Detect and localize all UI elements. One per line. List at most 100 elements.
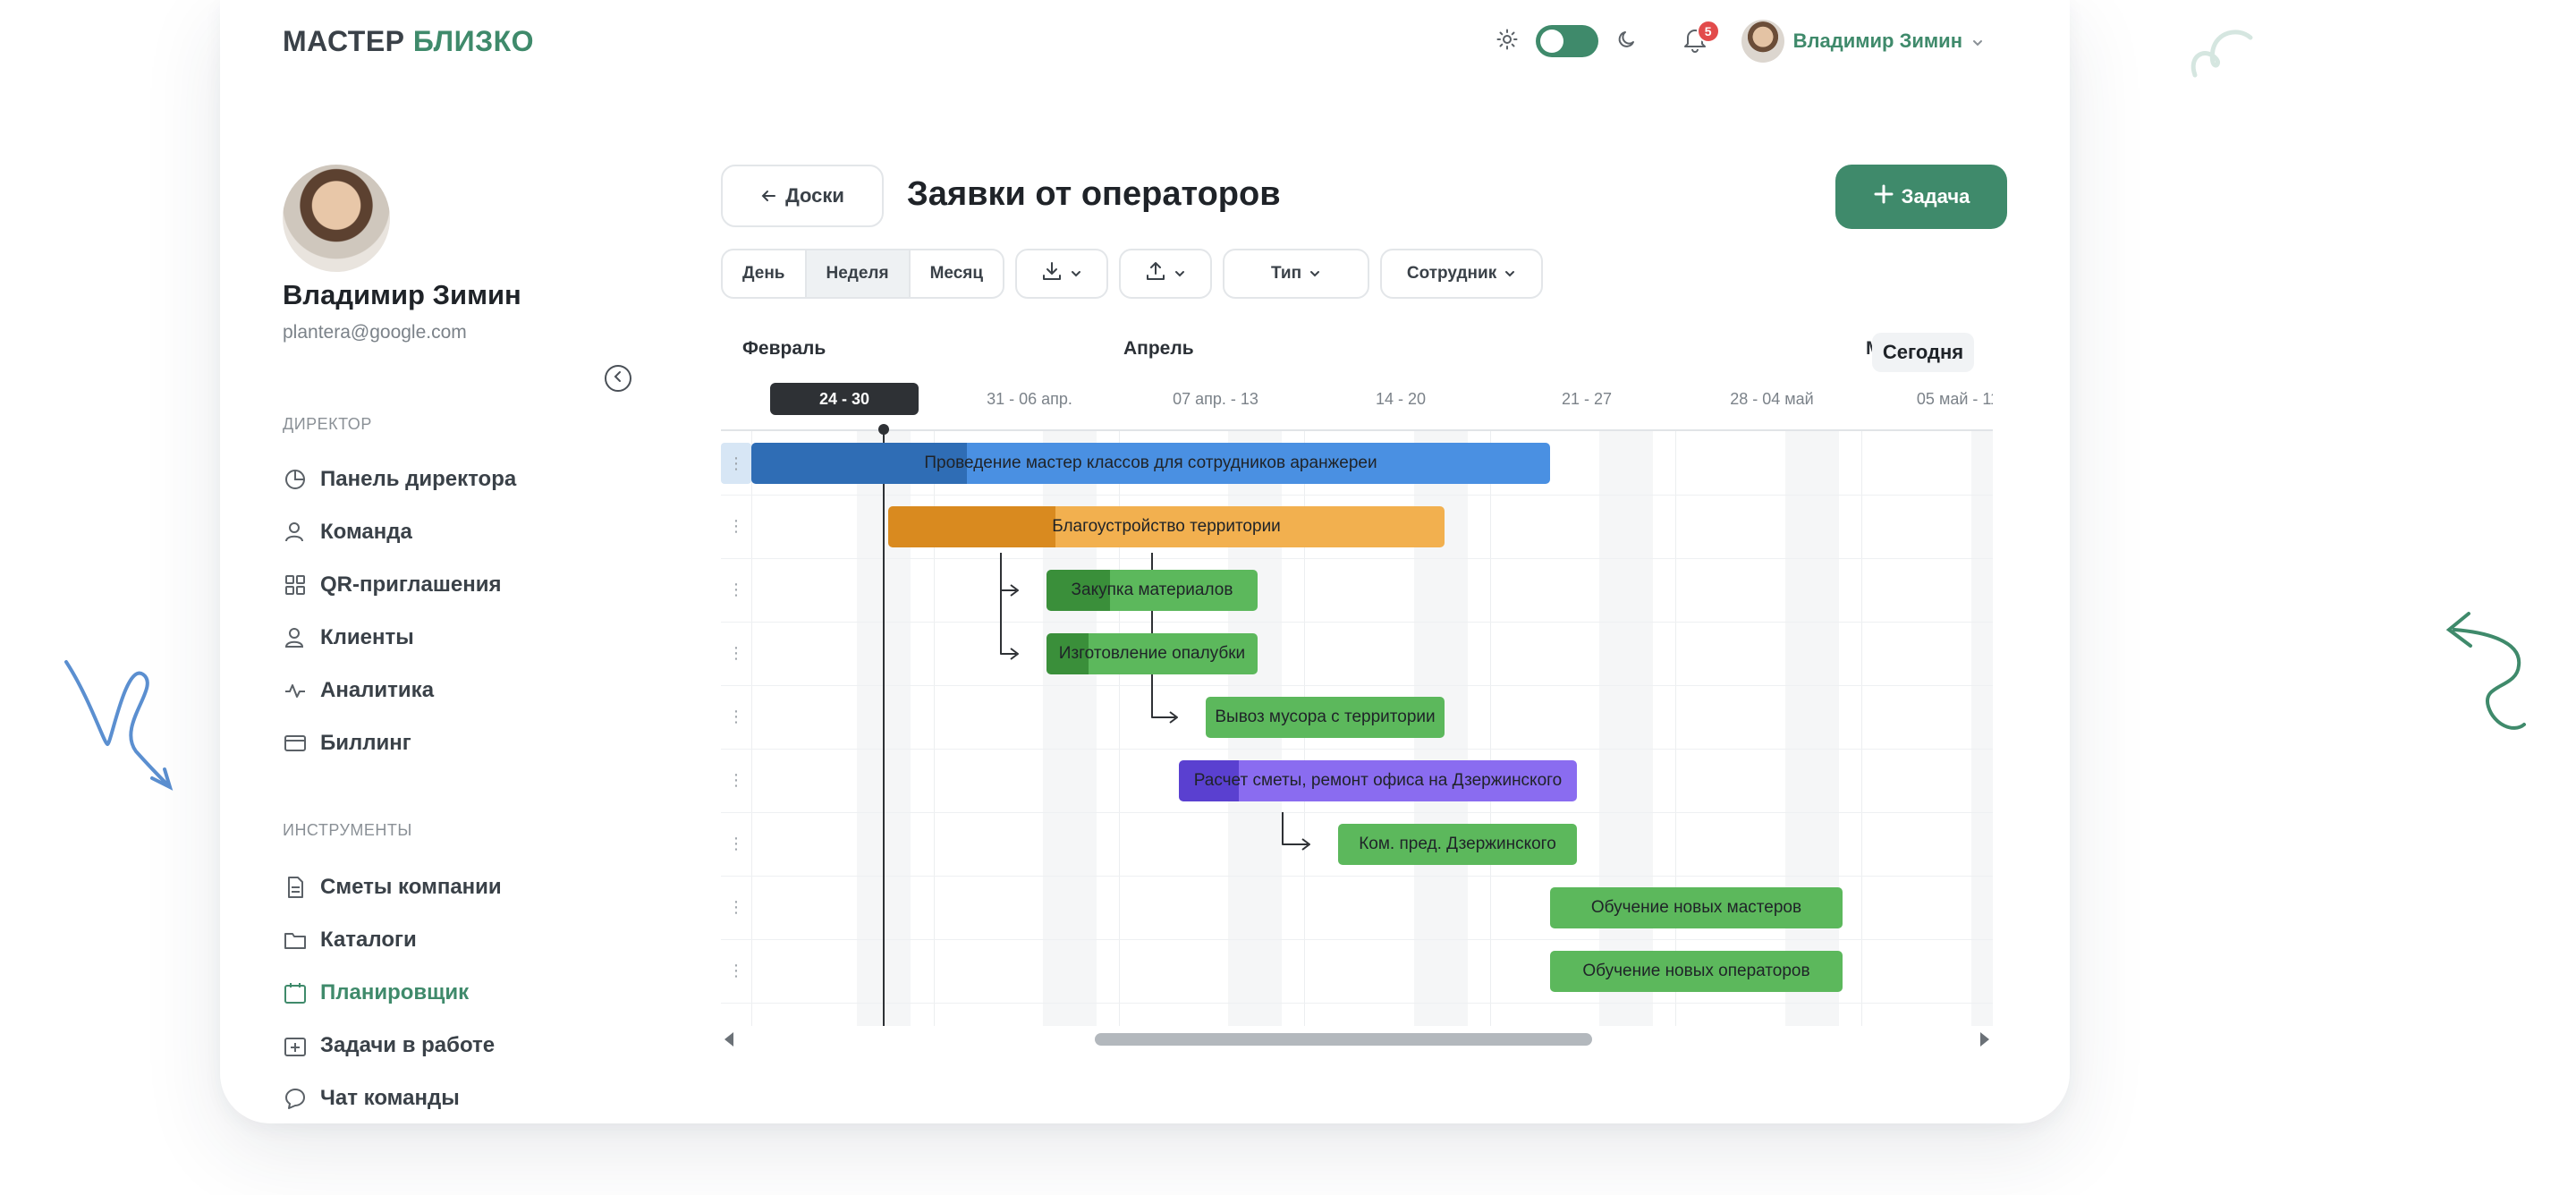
employee-filter-dropdown[interactable]: Сотрудник xyxy=(1380,249,1544,299)
theme-toggle[interactable] xyxy=(1535,25,1598,57)
today-marker-line xyxy=(883,428,885,1026)
sidebar-item-director-panel[interactable]: Панель директора xyxy=(283,453,516,505)
row-divider xyxy=(721,749,1993,750)
sidebar-item-label: QR-приглашения xyxy=(320,572,502,597)
sidebar-item-qr[interactable]: QR-приглашения xyxy=(283,558,516,611)
sidebar-item-label: Клиенты xyxy=(320,624,414,649)
row-divider xyxy=(721,558,1993,559)
scroll-left-icon[interactable] xyxy=(724,1032,733,1047)
row-divider xyxy=(721,685,1993,686)
week-label: 07 апр. - 13 xyxy=(1173,389,1258,408)
weekend-stripe xyxy=(1971,431,1993,1026)
row-drag-handle[interactable]: ⋮ xyxy=(728,707,744,726)
gantt-task-bar[interactable]: Обучение новых мастеров xyxy=(1550,887,1843,928)
type-filter-dropdown[interactable]: Тип xyxy=(1223,249,1370,299)
month-label-apr: Апрель xyxy=(1123,338,1194,359)
download-button[interactable] xyxy=(1015,249,1109,299)
view-month-button[interactable]: Месяц xyxy=(908,250,1003,297)
task-progress xyxy=(888,506,1055,547)
calendar-plus-icon xyxy=(283,1033,308,1058)
gantt-task-bar[interactable]: Закупка материалов xyxy=(1046,570,1258,611)
task-label: Изготовление опалубки xyxy=(1058,644,1246,663)
user-menu[interactable]: Владимир Зимин xyxy=(1741,20,1984,63)
back-to-boards-button[interactable]: Доски xyxy=(721,165,884,227)
sidebar-item-team-chat[interactable]: Чат команды xyxy=(283,1072,502,1124)
row-drag-handle[interactable]: ⋮ xyxy=(728,834,744,853)
week-label: 31 - 06 апр. xyxy=(987,389,1072,408)
loop-doodle-icon xyxy=(2190,30,2253,78)
sidebar-item-billing[interactable]: Биллинг xyxy=(283,716,516,769)
upload-icon xyxy=(1145,260,1166,287)
brand-part1: МАСТЕР xyxy=(283,25,405,57)
add-task-button[interactable]: Задача xyxy=(1835,165,2007,229)
employee-filter-label: Сотрудник xyxy=(1406,264,1497,283)
gantt-task-bar[interactable]: Проведение мастер классов для сотруднико… xyxy=(751,443,1550,484)
row-drag-handle[interactable]: ⋮ xyxy=(728,770,744,790)
scroll-right-icon[interactable] xyxy=(1980,1032,1989,1047)
gantt-toolbar: День Неделя Месяц Тип Сотрудник xyxy=(721,249,1544,299)
row-drag-handle[interactable]: ⋮ xyxy=(721,443,751,484)
week-label: 14 - 20 xyxy=(1375,389,1427,408)
horizontal-scrollbar[interactable] xyxy=(721,1029,1993,1050)
row-divider xyxy=(721,1003,1993,1004)
gantt-task-bar[interactable]: Благоустройство территории xyxy=(888,506,1445,547)
user-icon xyxy=(283,625,308,650)
today-marker-dot xyxy=(878,424,889,435)
brand-logo[interactable]: МАСТЕР БЛИЗКО xyxy=(283,25,534,58)
sidebar-item-clients[interactable]: Клиенты xyxy=(283,611,516,664)
row-drag-handle[interactable]: ⋮ xyxy=(728,643,744,663)
sidebar-item-tasks-in-progress[interactable]: Задачи в работе xyxy=(283,1019,502,1072)
document-icon xyxy=(283,875,308,900)
gantt-task-bar[interactable]: Обучение новых операторов xyxy=(1550,951,1843,992)
back-label: Доски xyxy=(785,184,844,207)
weekend-stripe xyxy=(1599,431,1653,1026)
row-divider xyxy=(721,812,1993,813)
chevron-down-icon xyxy=(1971,30,1984,53)
sidebar-item-label: Сметы компании xyxy=(320,874,502,899)
task-label: Ком. пред. Дзержинского xyxy=(1359,835,1556,853)
grid-icon xyxy=(283,572,308,598)
row-drag-handle[interactable]: ⋮ xyxy=(728,580,744,599)
view-week-button[interactable]: Неделя xyxy=(804,250,909,297)
add-task-label: Задача xyxy=(1901,185,1970,208)
sidebar-item-estimates[interactable]: Сметы компании xyxy=(283,860,502,913)
row-divider xyxy=(721,622,1993,623)
today-button[interactable]: Сегодня xyxy=(1872,333,1974,372)
task-label: Обучение новых мастеров xyxy=(1590,898,1802,917)
gantt-task-bar[interactable]: Вывоз мусора с территории xyxy=(1206,697,1445,738)
view-day-button[interactable]: День xyxy=(723,250,804,297)
sidebar-item-analytics[interactable]: Аналитика xyxy=(283,664,516,716)
sidebar-item-label: Задачи в работе xyxy=(320,1032,496,1057)
gantt-chart: Февраль Апрель Ма Сегодня 24 - 30 31 - 0… xyxy=(721,322,1993,1055)
grid-line xyxy=(1490,431,1491,1026)
gantt-task-bar[interactable]: Ком. пред. Дзержинского xyxy=(1338,824,1577,865)
squiggle-arrow-blue-icon xyxy=(64,660,174,791)
week-label: 05 май - 11 xyxy=(1916,389,1993,408)
user-menu-name: Владимир Зимин xyxy=(1792,30,1962,52)
profile-email: plantera@google.com xyxy=(283,322,467,343)
weekend-stripe xyxy=(1785,431,1839,1026)
notifications-button[interactable]: 5 xyxy=(1679,20,1720,57)
sidebar-item-planner[interactable]: Планировщик xyxy=(283,966,502,1019)
sidebar-item-catalogs[interactable]: Каталоги xyxy=(283,913,502,966)
brand-part2: БЛИЗКО xyxy=(412,25,535,57)
row-drag-handle[interactable]: ⋮ xyxy=(728,961,744,980)
curvy-arrow-green-icon xyxy=(2445,612,2526,730)
app-window: МАСТЕР БЛИЗКО 5 Владимир Зимин Владимир … xyxy=(220,0,2070,1123)
download-icon xyxy=(1041,260,1063,287)
row-drag-handle[interactable]: ⋮ xyxy=(728,516,744,536)
collapse-sidebar-button[interactable] xyxy=(605,365,631,392)
week-label: 28 - 04 май xyxy=(1730,389,1814,408)
sidebar-item-team[interactable]: Команда xyxy=(283,505,516,558)
gantt-task-bar[interactable]: Изготовление опалубки xyxy=(1046,633,1258,674)
gantt-task-bar[interactable]: Расчет сметы, ремонт офиса на Дзержинско… xyxy=(1179,760,1577,801)
sun-icon xyxy=(1496,29,1518,55)
moon-icon xyxy=(1616,29,1638,55)
toggle-knob xyxy=(1539,30,1563,53)
sidebar-item-label: Чат команды xyxy=(320,1085,460,1110)
scrollbar-thumb[interactable] xyxy=(1095,1033,1592,1046)
row-drag-handle[interactable]: ⋮ xyxy=(728,897,744,917)
grid-line xyxy=(1861,431,1862,1026)
upload-button[interactable] xyxy=(1119,249,1213,299)
week-label: 21 - 27 xyxy=(1561,389,1613,408)
